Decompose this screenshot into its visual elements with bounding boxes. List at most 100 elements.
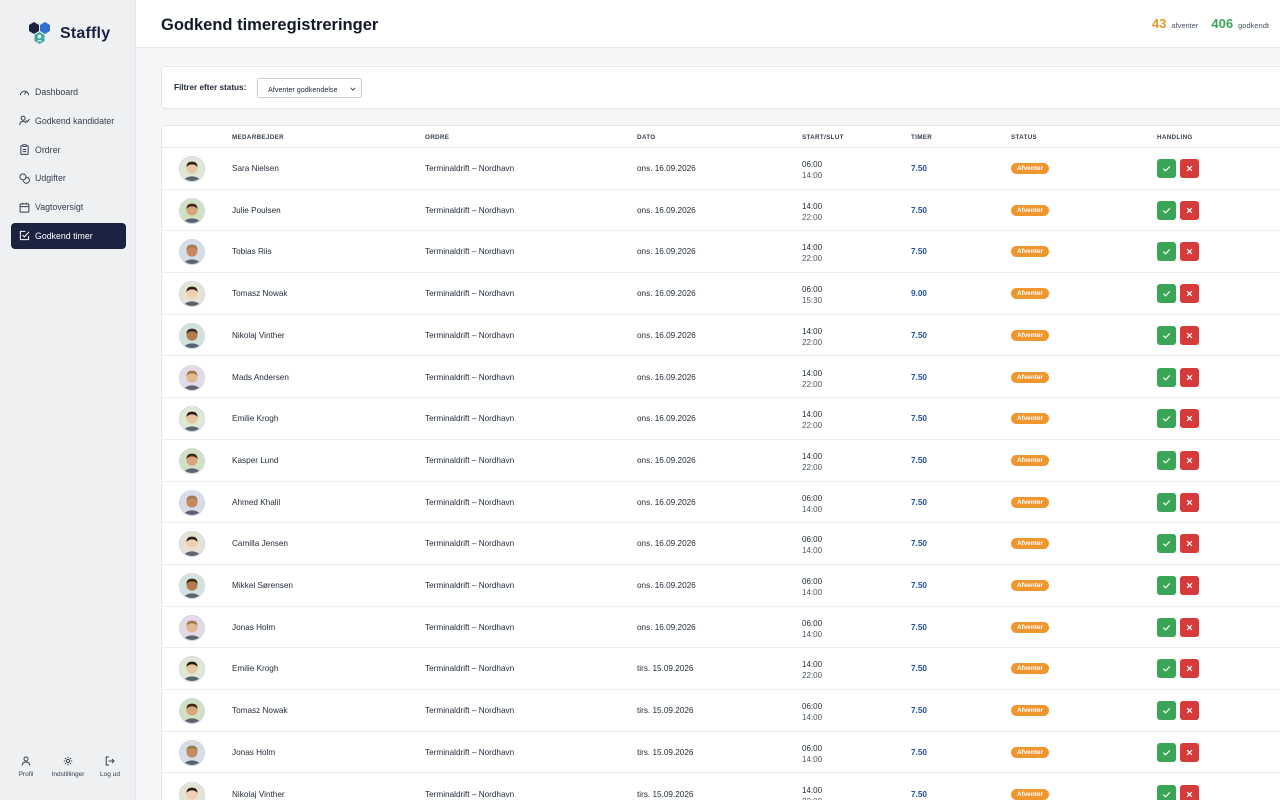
reject-button[interactable] bbox=[1180, 659, 1199, 679]
start-time: 14:00 bbox=[802, 785, 823, 795]
check-icon bbox=[1162, 708, 1171, 714]
column-header-date[interactable]: DATO bbox=[637, 134, 655, 141]
reject-button[interactable] bbox=[1180, 325, 1199, 345]
settings-button[interactable]: Indstillinger bbox=[48, 756, 88, 778]
hours-value: 7.50 bbox=[911, 747, 927, 757]
hours-value: 7.50 bbox=[911, 455, 927, 465]
end-time: 22:00 bbox=[802, 462, 823, 472]
sidebar-item-godkend-kandidater[interactable]: Godkend kandidater bbox=[11, 108, 126, 134]
table-row: Tobias Riis Terminaldrift – Nordhavn ons. … bbox=[162, 231, 1280, 274]
shift-date: ons. 16.09.2026 bbox=[637, 372, 696, 382]
column-header-start-end[interactable]: START/SLUT bbox=[802, 134, 844, 141]
status-badge: Afventer bbox=[1011, 663, 1049, 675]
approve-button[interactable] bbox=[1157, 450, 1176, 470]
order-name: Terminaldrift – Nordhavn bbox=[425, 330, 515, 340]
employee-name: Ahmed Khalil bbox=[232, 497, 281, 507]
avatar-photo-icon bbox=[180, 532, 204, 557]
approve-button[interactable] bbox=[1157, 576, 1176, 595]
shift-date: tirs. 15.09.2026 bbox=[637, 664, 694, 674]
reject-button[interactable] bbox=[1180, 284, 1199, 304]
close-icon bbox=[1186, 540, 1193, 547]
start-end-times: 14:0022:00 bbox=[802, 659, 822, 681]
sidebar-item-godkend-timer[interactable]: Godkend timer bbox=[11, 222, 126, 249]
column-header-hours[interactable]: TIMER bbox=[911, 134, 932, 141]
check-icon bbox=[1162, 666, 1171, 673]
end-time: 14:00 bbox=[802, 713, 823, 723]
approve-button[interactable] bbox=[1157, 784, 1176, 800]
avatar-photo-icon bbox=[180, 615, 204, 640]
reject-button[interactable] bbox=[1180, 492, 1199, 512]
sidebar-item-vagtoversigt[interactable]: Vagtoversigt bbox=[11, 194, 126, 220]
reject-button[interactable] bbox=[1180, 701, 1199, 721]
approve-button[interactable] bbox=[1157, 617, 1176, 637]
profile-button[interactable]: Profil bbox=[14, 756, 38, 778]
reject-button[interactable] bbox=[1180, 159, 1199, 178]
employee-name: Nikolaj Vinther bbox=[232, 330, 285, 340]
approve-button[interactable] bbox=[1157, 409, 1176, 429]
reject-button[interactable] bbox=[1180, 617, 1199, 637]
approve-button[interactable] bbox=[1157, 492, 1176, 512]
shift-date: ons. 16.09.2026 bbox=[637, 205, 696, 215]
status-badge: Afventer bbox=[1011, 204, 1049, 216]
check-icon bbox=[1162, 374, 1171, 381]
column-header-order[interactable]: ORDRE bbox=[425, 134, 449, 141]
approve-button[interactable] bbox=[1157, 325, 1176, 345]
reject-button[interactable] bbox=[1180, 576, 1199, 595]
page-header: Godkend timeregistreringer 43 afventer 4… bbox=[136, 0, 1280, 48]
status-filter-select[interactable]: Afventer godkendelse bbox=[257, 78, 362, 98]
reject-button[interactable] bbox=[1180, 242, 1199, 262]
approve-button[interactable] bbox=[1157, 534, 1176, 554]
employee-name: Nikolaj Vinther bbox=[232, 789, 285, 799]
status-badge: Afventer bbox=[1011, 288, 1049, 300]
reject-button[interactable] bbox=[1180, 450, 1199, 470]
profile-label: Profil bbox=[18, 771, 34, 778]
reject-button[interactable] bbox=[1180, 409, 1199, 429]
shift-date: tirs. 15.09.2026 bbox=[637, 747, 694, 757]
reject-button[interactable] bbox=[1180, 784, 1199, 800]
hours-value: 7.50 bbox=[911, 789, 927, 799]
hours-value: 7.50 bbox=[911, 414, 927, 424]
sidebar-item-ordrer[interactable]: Ordrer bbox=[11, 137, 126, 163]
approve-button[interactable] bbox=[1157, 742, 1176, 762]
reject-button[interactable] bbox=[1180, 200, 1199, 220]
approved-count: 406 bbox=[1211, 16, 1234, 31]
status-badge: Afventer bbox=[1011, 163, 1049, 174]
reject-button[interactable] bbox=[1180, 742, 1199, 762]
approve-button[interactable] bbox=[1157, 701, 1176, 721]
column-header-employee[interactable]: MEDARBEJDER bbox=[232, 134, 284, 141]
end-time: 22:00 bbox=[802, 421, 823, 431]
start-end-times: 06:00 14:00 bbox=[802, 618, 822, 640]
sidebar-item-dashboard[interactable]: Dashboard bbox=[11, 79, 126, 105]
column-header-status[interactable]: STATUS bbox=[1011, 134, 1037, 141]
sidebar-nav: Dashboard Godkend kandidater Ordrer Udgi… bbox=[11, 79, 126, 252]
start-time: 06:00 bbox=[802, 160, 823, 169]
start-end-times: 06:00 15:30 bbox=[802, 284, 822, 306]
pending-label: afventer bbox=[1171, 21, 1199, 30]
approve-button[interactable] bbox=[1157, 284, 1176, 304]
order-name: Terminaldrift – Nordhavn bbox=[425, 747, 515, 757]
approve-button[interactable] bbox=[1157, 367, 1176, 387]
approve-button[interactable] bbox=[1157, 159, 1176, 178]
table-row: Emilie Krogh Terminaldrift – Nordhavn ons.… bbox=[162, 398, 1280, 440]
start-time: 06:00 bbox=[802, 618, 823, 628]
table-row: Nikolaj Vinther Terminaldrift – Nordhavn t… bbox=[162, 774, 1280, 800]
sidebar-item-label: Godkend timer bbox=[35, 230, 93, 241]
approve-button[interactable] bbox=[1157, 242, 1176, 262]
app-logo[interactable]: Staffly bbox=[26, 20, 110, 48]
start-end-times: 14:0022:00 bbox=[802, 326, 822, 348]
approved-label: godkendt bbox=[1238, 21, 1269, 30]
start-end-times: 14:0022:00 bbox=[802, 201, 822, 223]
reject-button[interactable] bbox=[1180, 534, 1199, 554]
approve-button[interactable] bbox=[1157, 200, 1176, 220]
avatar bbox=[179, 531, 205, 558]
sidebar-item-udgifter[interactable]: Udgifter bbox=[11, 165, 126, 191]
sidebar-item-label: Dashboard bbox=[35, 87, 79, 97]
avatar bbox=[179, 698, 205, 725]
approve-button[interactable] bbox=[1157, 659, 1176, 679]
shift-date: ons. 16.09.2026 bbox=[637, 289, 696, 299]
reject-button[interactable] bbox=[1180, 367, 1199, 387]
status-badge: Afventer bbox=[1011, 246, 1049, 258]
logout-button[interactable]: Log ud bbox=[96, 756, 124, 778]
table-header: MEDARBEJDER ORDRE DATO START/SLUT TIMER … bbox=[162, 126, 1280, 148]
start-time: 06:00 bbox=[802, 535, 823, 545]
